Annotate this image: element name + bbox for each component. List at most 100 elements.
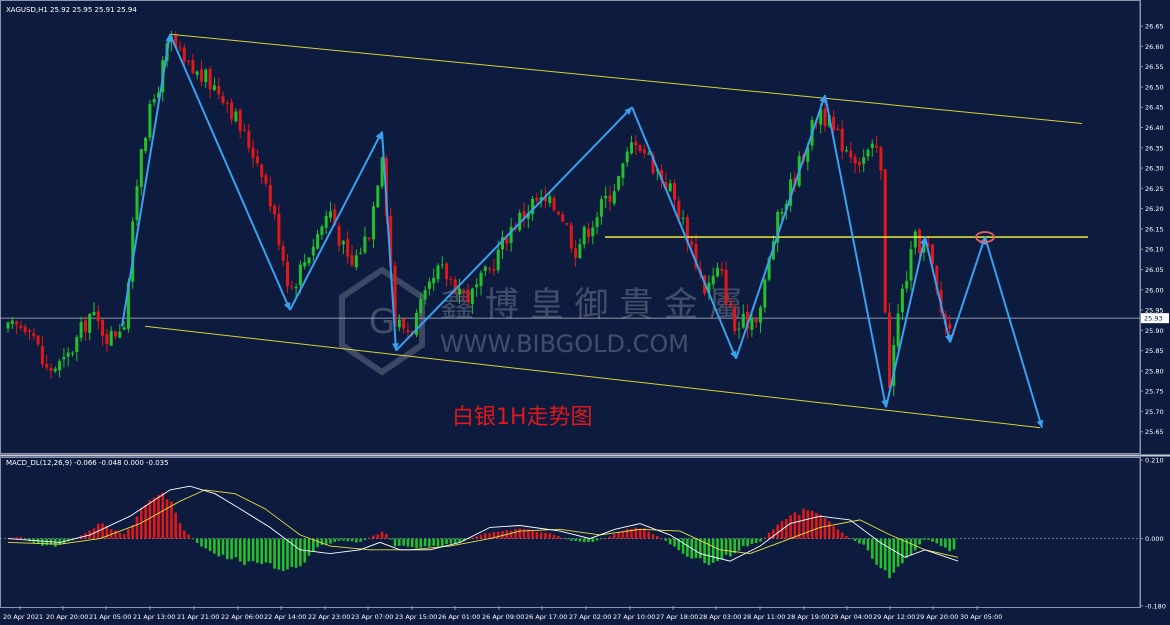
candle-body	[668, 183, 672, 192]
candle-body	[604, 195, 608, 199]
macd-histogram-bar	[737, 538, 741, 551]
macd-histogram-bar	[299, 538, 302, 567]
macd-tick-label: 0.210	[1145, 457, 1164, 465]
candle-body	[875, 145, 879, 148]
candle-body	[341, 241, 345, 245]
candle-body	[449, 278, 453, 280]
candle-body	[329, 211, 332, 218]
macd-histogram-bar	[754, 538, 758, 543]
candle-body	[225, 103, 229, 105]
candle-body	[621, 163, 625, 178]
time-tick-label: 26 Apr 09:00	[482, 613, 524, 621]
macd-histogram-bar	[578, 538, 582, 542]
macd-histogram-bar	[359, 538, 362, 542]
candle-body	[840, 128, 844, 152]
candle-body	[642, 149, 646, 154]
candle-body	[728, 303, 732, 307]
time-tick-label: 20 Apr 2021	[3, 613, 43, 621]
macd-histogram-bar	[853, 538, 857, 542]
macd-histogram-bar	[750, 538, 754, 544]
macd-histogram-bar	[789, 515, 792, 539]
macd-histogram-bar	[647, 531, 650, 539]
candle-body	[268, 185, 272, 207]
macd-histogram-bar	[922, 538, 926, 540]
price-tick-label: 25.90	[1145, 327, 1164, 335]
candle-body	[243, 129, 246, 131]
macd-histogram-bar	[604, 537, 607, 539]
candle-body	[88, 313, 92, 333]
candle-body	[716, 267, 719, 277]
candle-body	[337, 226, 341, 246]
candle-body	[595, 217, 599, 228]
candle-body	[311, 246, 315, 256]
price-tick-label: 25.80	[1145, 367, 1164, 375]
macd-histogram-bar	[914, 538, 917, 551]
macd-histogram-bar	[41, 538, 44, 546]
candle-body	[71, 352, 74, 354]
candle-body	[862, 157, 866, 164]
macd-histogram-bar	[625, 528, 629, 539]
candle-body	[432, 277, 436, 284]
candle-body	[578, 244, 582, 258]
candle-body	[118, 331, 122, 338]
watermark-logo-letter: G	[369, 302, 395, 342]
candle-body	[298, 264, 302, 286]
candle-body	[281, 245, 285, 262]
macd-histogram-bar	[436, 538, 440, 547]
current-price-label: 25.93	[1144, 315, 1163, 323]
macd-histogram-bar	[496, 531, 500, 539]
symbol-info: XAGUSD,H1 25.92 25.95 25.91 25.94	[6, 6, 137, 14]
macd-histogram-bar	[337, 538, 341, 541]
candle-body	[273, 205, 277, 215]
candle-body	[505, 238, 509, 244]
candle-body	[406, 329, 410, 332]
macd-histogram-bar	[484, 533, 487, 539]
candle-body	[440, 264, 444, 266]
macd-histogram-bar	[157, 495, 160, 539]
macd-histogram-bar	[367, 537, 371, 539]
time-tick-label: 27 Apr 02:00	[569, 613, 611, 621]
price-tick-label: 26.25	[1145, 185, 1164, 193]
macd-histogram-bar	[419, 538, 423, 548]
macd-histogram-bar	[931, 538, 934, 542]
macd-histogram-bar	[294, 538, 298, 568]
candle-body	[845, 150, 848, 152]
candle-body	[230, 102, 234, 120]
macd-histogram-bar	[165, 499, 169, 539]
macd-histogram-bar	[221, 538, 225, 555]
candle-body	[888, 312, 891, 389]
candle-body	[423, 289, 427, 300]
candle-body	[346, 239, 350, 257]
candle-body	[376, 185, 380, 208]
candle-body	[53, 368, 57, 372]
macd-histogram-bar	[699, 538, 702, 559]
candle-body	[260, 164, 264, 177]
candle-body	[354, 255, 358, 267]
macd-histogram-bar	[355, 538, 358, 543]
candle-body	[458, 288, 461, 295]
macd-histogram-bar	[570, 538, 573, 541]
macd-histogram-bar	[200, 538, 203, 547]
macd-histogram-bar	[432, 538, 435, 546]
candle-body	[535, 197, 539, 201]
candle-body	[303, 262, 307, 267]
macd-histogram-bar	[191, 538, 195, 540]
macd-histogram-bar	[514, 529, 517, 539]
watermark-cn: 鑫 博 皇 御 貴 金 屬	[440, 285, 743, 325]
macd-histogram-bar	[544, 532, 547, 539]
candle-body	[247, 130, 251, 148]
candle-body	[105, 334, 109, 345]
macd-histogram-bar	[668, 538, 672, 545]
macd-histogram-bar	[832, 526, 835, 539]
macd-histogram-bar	[664, 538, 668, 541]
macd-histogram-bar	[23, 538, 27, 540]
macd-histogram-bar	[54, 538, 57, 547]
price-tick-label: 26.10	[1145, 246, 1164, 254]
time-tick-label: 29 Apr 20:00	[916, 613, 958, 621]
candle-body	[673, 182, 676, 200]
candle-body	[212, 85, 216, 91]
time-tick-label: 26 Apr 17:00	[525, 613, 567, 621]
candle-body	[36, 335, 40, 345]
candle-body	[49, 367, 53, 371]
candle-body	[681, 217, 685, 219]
